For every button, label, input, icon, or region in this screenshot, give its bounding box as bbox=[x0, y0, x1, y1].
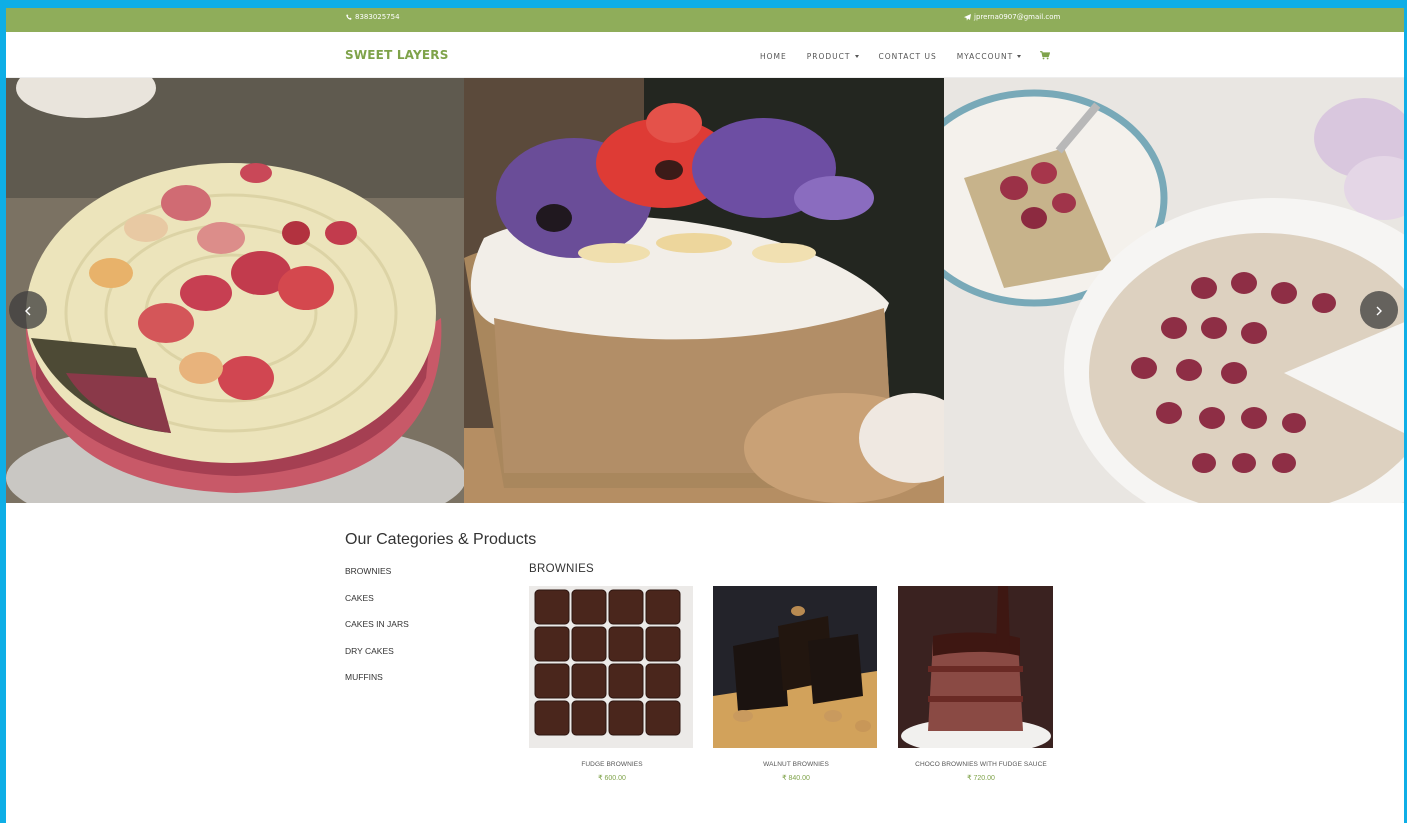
product-name[interactable]: FUDGE BROWNIES bbox=[529, 761, 695, 768]
category-muffins[interactable]: MUFFINS bbox=[345, 672, 409, 699]
nav-product[interactable]: PRODUCT bbox=[807, 52, 859, 61]
top-bar: 8383025754 jprerna0907@gmail.com bbox=[6, 8, 1404, 32]
hero-slide-banana-bread bbox=[464, 78, 944, 503]
category-cakes-in-jars[interactable]: CAKES IN JARS bbox=[345, 619, 409, 646]
nav-myaccount[interactable]: MYACCOUNT bbox=[957, 52, 1022, 61]
category-cakes[interactable]: CAKES bbox=[345, 593, 409, 620]
hero-slide-cake bbox=[6, 78, 464, 503]
product-price: ₹ 840.00 bbox=[782, 775, 810, 782]
email-address: jprerna0907@gmail.com bbox=[974, 13, 1061, 21]
nav-home-label: HOME bbox=[760, 52, 787, 61]
cake-image bbox=[6, 78, 464, 503]
phone-icon bbox=[346, 14, 352, 20]
product-price: ₹ 600.00 bbox=[598, 775, 626, 782]
carousel-next-button[interactable] bbox=[1360, 291, 1398, 329]
cart-button[interactable] bbox=[1040, 51, 1051, 62]
category-dry-cakes[interactable]: DRY CAKES bbox=[345, 646, 409, 673]
nav-home[interactable]: HOME bbox=[760, 52, 787, 61]
product-card[interactable]: CHOCO BROWNIES WITH FUDGE SAUCE ₹ 720.00 bbox=[898, 586, 1064, 782]
product-image[interactable] bbox=[713, 586, 877, 748]
product-image[interactable] bbox=[898, 586, 1053, 748]
raspberry-cake-image bbox=[944, 78, 1404, 503]
cart-icon bbox=[1040, 51, 1051, 62]
selected-category-heading: BROWNIES bbox=[529, 563, 595, 575]
nav-product-label: PRODUCT bbox=[806, 52, 851, 61]
category-brownies[interactable]: BROWNIES bbox=[345, 566, 409, 593]
phone-number: 8383025754 bbox=[355, 13, 400, 21]
nav-myaccount-label: MYACCOUNT bbox=[956, 52, 1014, 61]
product-card[interactable]: WALNUT BROWNIES ₹ 840.00 bbox=[713, 586, 879, 782]
carousel-prev-button[interactable] bbox=[9, 291, 47, 329]
hero-slide-raspberry-cake bbox=[944, 78, 1404, 503]
paper-plane-icon bbox=[964, 13, 971, 21]
main-nav: HOME PRODUCT CONTACT US MYACCOUNT bbox=[760, 51, 1070, 62]
page: 8383025754 jprerna0907@gmail.com SWEET L… bbox=[6, 8, 1404, 823]
navbar: SWEET LAYERS HOME PRODUCT CONTACT US MYA… bbox=[6, 32, 1404, 78]
brand-logo[interactable]: SWEET LAYERS bbox=[345, 48, 449, 62]
chevron-left-icon bbox=[24, 301, 32, 320]
product-name[interactable]: CHOCO BROWNIES WITH FUDGE SAUCE bbox=[898, 761, 1064, 768]
product-name[interactable]: WALNUT BROWNIES bbox=[713, 761, 879, 768]
category-list: BROWNIES CAKES CAKES IN JARS DRY CAKES M… bbox=[345, 566, 409, 699]
nav-contact-us[interactable]: CONTACT US bbox=[879, 52, 937, 61]
banana-bread-image bbox=[464, 78, 944, 503]
product-image[interactable] bbox=[529, 586, 693, 748]
section-title: Our Categories & Products bbox=[345, 531, 537, 548]
caret-down-icon bbox=[854, 55, 859, 58]
caret-down-icon bbox=[1017, 55, 1022, 58]
email-contact[interactable]: jprerna0907@gmail.com bbox=[964, 13, 1060, 21]
hero-carousel bbox=[6, 78, 1404, 503]
phone-contact[interactable]: 8383025754 bbox=[346, 13, 400, 21]
nav-contact-label: CONTACT US bbox=[878, 52, 937, 61]
product-card[interactable]: FUDGE BROWNIES ₹ 600.00 bbox=[529, 586, 695, 782]
product-price: ₹ 720.00 bbox=[967, 775, 995, 782]
chevron-right-icon bbox=[1375, 301, 1383, 320]
